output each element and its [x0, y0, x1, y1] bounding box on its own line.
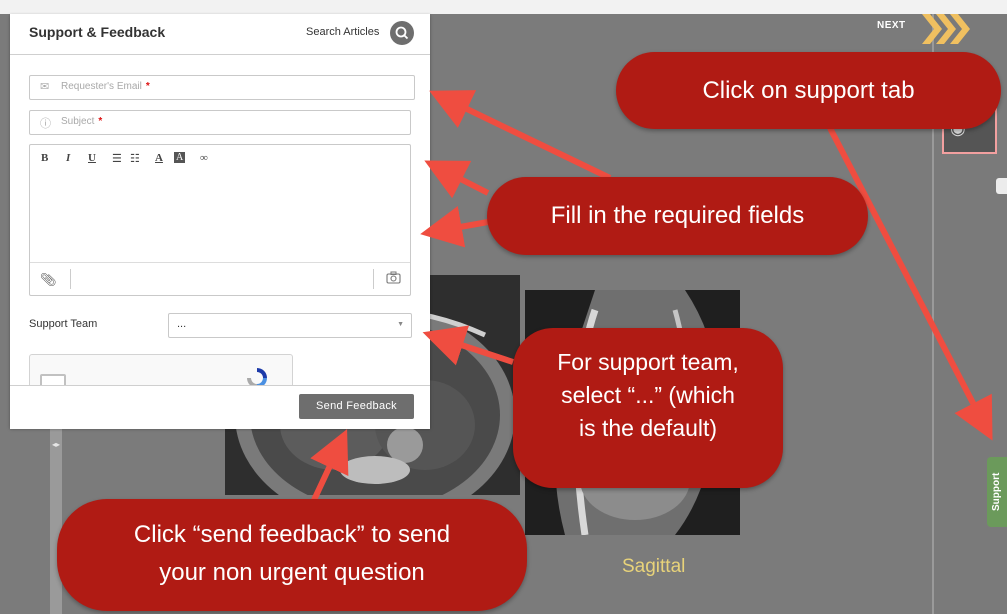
next-chevron-icon[interactable]: [920, 12, 972, 46]
email-placeholder: Requester's Email: [61, 81, 142, 92]
subject-field[interactable]: ⓘ Subject *: [29, 110, 411, 135]
next-label[interactable]: NEXT: [877, 20, 906, 31]
top-bar: [0, 0, 1007, 14]
numbered-list-icon[interactable]: ☷: [130, 152, 140, 165]
callout-text-line: select “...” (which: [561, 382, 735, 408]
callout-text-line: is the default): [578, 415, 718, 441]
callout-text-line: Click “send feedback” to send: [133, 521, 451, 548]
panel-footer: Send Feedback: [10, 385, 430, 429]
callout-required-fields: Fill in the required fields: [487, 177, 868, 255]
support-team-label: Support Team: [29, 318, 98, 330]
support-team-select[interactable]: ... ▼: [168, 313, 412, 338]
callout-support-tab: Click on support tab: [616, 52, 1001, 129]
search-icon: [395, 26, 409, 40]
callout-text-line: your non urgent question: [159, 559, 425, 586]
highlight-button[interactable]: A: [174, 152, 186, 163]
required-marker: *: [145, 81, 150, 92]
question-circle-icon: ⓘ: [40, 118, 51, 130]
recaptcha-checkbox[interactable]: [40, 374, 66, 385]
editor-toolbar: B I U ☰ ☷ A A ∞: [30, 145, 410, 175]
bold-button[interactable]: B: [41, 152, 48, 164]
envelope-icon: ✉: [40, 81, 50, 93]
font-color-button[interactable]: A: [155, 152, 163, 164]
search-articles-link[interactable]: Search Articles: [306, 26, 379, 38]
divider: [70, 269, 71, 289]
callout-send-feedback: Click “send feedback” to send your non u…: [57, 499, 527, 611]
panel-header: Support & Feedback Search Articles: [10, 14, 430, 55]
bullet-list-icon[interactable]: ☰: [112, 152, 122, 165]
panel-body: ✉ Requester's Email * ⓘ Subject * B I U ☰ …: [10, 55, 430, 385]
sagittal-label: Sagittal: [622, 556, 686, 577]
chevron-down-icon: ▼: [397, 321, 404, 328]
italic-button[interactable]: I: [66, 152, 70, 164]
recaptcha-logo-icon: [247, 368, 267, 385]
underline-button[interactable]: U: [88, 152, 96, 164]
link-icon[interactable]: ∞: [200, 152, 208, 164]
support-tab[interactable]: Support: [987, 457, 1007, 527]
required-marker: *: [98, 116, 103, 127]
subject-placeholder: Subject: [61, 116, 95, 127]
support-feedback-panel: Support & Feedback Search Articles ✉ Req…: [10, 14, 430, 429]
panel-title: Support & Feedback: [29, 24, 166, 40]
recaptcha-widget[interactable]: [29, 354, 293, 385]
sidebar-toggle-icon[interactable]: [996, 178, 1007, 194]
search-button[interactable]: [390, 21, 414, 45]
support-tab-label: Support: [991, 472, 1002, 512]
paperclip-icon[interactable]: 📎︎: [40, 272, 57, 288]
support-team-value: ...: [177, 318, 187, 330]
message-editor[interactable]: B I U ☰ ☷ A A ∞ 📎︎: [29, 144, 411, 296]
scroll-handle-icon[interactable]: ◂▸: [52, 440, 60, 450]
divider: [373, 269, 374, 289]
requester-email-field[interactable]: ✉ Requester's Email *: [29, 75, 415, 100]
editor-footer: 📎︎: [30, 262, 410, 297]
callout-text-line: For support team,: [557, 349, 739, 375]
send-feedback-button[interactable]: Send Feedback: [299, 394, 414, 419]
callout-support-team: For support team, select “...” (which is…: [513, 328, 783, 488]
camera-icon[interactable]: [386, 270, 401, 285]
